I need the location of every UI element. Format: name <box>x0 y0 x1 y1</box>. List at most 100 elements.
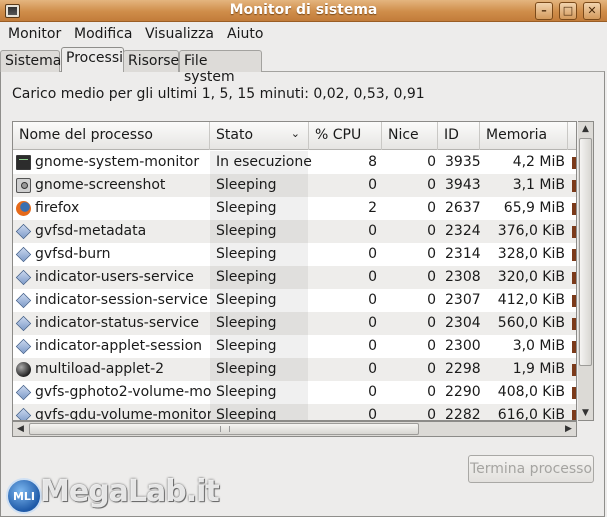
process-stato: In esecuzione <box>216 154 312 170</box>
table-row[interactable]: gnome-screenshot Sleeping 0 0 3943 3,1 MiB <box>13 174 576 197</box>
process-id: 2282 <box>445 407 481 421</box>
process-nice: 0 <box>427 177 436 193</box>
table-row[interactable]: gvfs-gdu-volume-monitor Sleeping 0 0 2282 616… <box>13 404 576 421</box>
process-icon <box>15 269 32 286</box>
process-icon <box>15 407 32 420</box>
tab-file-system[interactable]: File system <box>179 50 262 85</box>
truncated-column-marker <box>572 318 576 330</box>
table-row[interactable]: indicator-applet-session Sleeping 0 0 2300 3,… <box>13 335 576 358</box>
vertical-scrollbar[interactable]: ▲ ▼ <box>578 121 594 421</box>
table-row[interactable]: firefox Sleeping 2 0 2637 65,9 MiB <box>13 197 576 220</box>
minimize-button[interactable]: – <box>535 2 553 20</box>
menu-monitor[interactable]: Monitor <box>8 26 61 42</box>
process-name: indicator-users-service <box>35 269 194 285</box>
process-nice: 0 <box>427 154 436 170</box>
process-name: indicator-session-service <box>35 292 208 308</box>
truncated-column-marker <box>572 249 576 261</box>
process-id: 2290 <box>445 384 481 400</box>
sort-down-icon: ⌄ <box>290 127 300 140</box>
end-process-button[interactable]: Termina processo <box>468 455 594 483</box>
process-memory: 1,9 MiB <box>512 361 565 377</box>
process-nice: 0 <box>427 384 436 400</box>
table-row[interactable]: multiload-applet-2 Sleeping 0 0 2298 1,9 MiB <box>13 358 576 381</box>
table-row[interactable]: indicator-status-service Sleeping 0 0 2304 56… <box>13 312 576 335</box>
process-memory: 616,0 KiB <box>497 407 565 421</box>
column-header-cpu[interactable]: % CPU <box>309 122 382 150</box>
menu-bar: Monitor Modifica Visualizza Aiuto <box>0 22 607 46</box>
column-header-stato-label: Stato <box>216 127 254 143</box>
process-icon <box>15 384 32 401</box>
ball-icon <box>16 362 31 377</box>
process-stato: Sleeping <box>216 292 277 308</box>
process-name: indicator-applet-session <box>35 338 203 354</box>
process-name: firefox <box>35 200 80 216</box>
process-id: 2324 <box>445 223 481 239</box>
process-stato: Sleeping <box>216 384 277 400</box>
process-name: gnome-screenshot <box>35 177 166 193</box>
truncated-column-marker <box>572 364 576 376</box>
process-table[interactable]: Nome del processo Stato ⌄ % CPU Nice ID … <box>12 121 577 421</box>
table-row[interactable]: gvfsd-burn Sleeping 0 0 2314 328,0 KiB <box>13 243 576 266</box>
close-button[interactable]: ✕ <box>583 2 601 20</box>
process-stato: Sleeping <box>216 315 277 331</box>
process-memory: 560,0 KiB <box>497 315 565 331</box>
table-row[interactable]: indicator-session-service Sleeping 0 0 2307 4… <box>13 289 576 312</box>
truncated-column-marker <box>572 272 576 284</box>
process-nice: 0 <box>427 269 436 285</box>
maximize-button[interactable]: □ <box>559 2 577 20</box>
table-row[interactable]: indicator-users-service Sleeping 0 0 2308 320… <box>13 266 576 289</box>
menu-modifica[interactable]: Modifica <box>74 26 133 42</box>
process-stato: Sleeping <box>216 407 277 421</box>
horizontal-scrollbar[interactable]: ◀ ▶ <box>12 421 577 437</box>
tab-processi[interactable]: Processi <box>61 47 124 72</box>
truncated-column-marker <box>572 341 576 353</box>
column-header-nice[interactable]: Nice <box>382 122 438 150</box>
process-nice: 0 <box>427 407 436 421</box>
vertical-scroll-thumb[interactable] <box>579 138 592 366</box>
process-nice: 0 <box>427 223 436 239</box>
menu-aiuto[interactable]: Aiuto <box>227 26 263 42</box>
column-header-stato[interactable]: Stato ⌄ <box>210 122 309 150</box>
process-name: gvfsd-metadata <box>35 223 147 239</box>
truncated-column-marker <box>572 180 576 192</box>
process-cpu: 0 <box>368 246 377 262</box>
process-stato: Sleeping <box>216 269 277 285</box>
table-row[interactable]: gvfsd-metadata Sleeping 0 0 2324 376,0 KiB <box>13 220 576 243</box>
table-row[interactable]: gnome-system-monitor In esecuzione 8 0 3935 4… <box>13 151 576 174</box>
process-stato: Sleeping <box>216 200 277 216</box>
tab-risorse[interactable]: Risorse <box>123 50 179 72</box>
process-cpu: 0 <box>368 361 377 377</box>
scroll-left-icon[interactable]: ◀ <box>13 422 28 436</box>
table-row[interactable]: gvfs-gphoto2-volume-mon Sleeping 0 0 2290 408… <box>13 381 576 404</box>
horizontal-scroll-thumb[interactable] <box>29 423 419 435</box>
column-header-memoria[interactable]: Memoria <box>480 122 568 150</box>
table-header: Nome del processo Stato ⌄ % CPU Nice ID … <box>13 122 576 150</box>
scroll-down-icon[interactable]: ▼ <box>578 406 593 421</box>
process-cpu: 0 <box>368 269 377 285</box>
process-name: indicator-status-service <box>35 315 200 331</box>
scroll-up-icon[interactable]: ▲ <box>578 122 593 137</box>
column-header-id[interactable]: ID <box>438 122 480 150</box>
menu-visualizza[interactable]: Visualizza <box>145 26 214 42</box>
process-stato: Sleeping <box>216 223 277 239</box>
process-id: 3935 <box>445 154 481 170</box>
process-name: gnome-system-monitor <box>35 154 200 170</box>
process-cpu: 0 <box>368 315 377 331</box>
truncated-column-marker <box>572 157 576 169</box>
scroll-right-icon[interactable]: ▶ <box>561 422 576 436</box>
logo-badge: MLI <box>6 478 42 514</box>
process-rows: gnome-system-monitor In esecuzione 8 0 3935 4… <box>13 151 576 421</box>
process-id: 2314 <box>445 246 481 262</box>
process-nice: 0 <box>427 315 436 331</box>
truncated-column-marker <box>572 203 576 215</box>
camera-icon <box>16 178 31 193</box>
process-nice: 0 <box>427 200 436 216</box>
truncated-column-marker <box>572 226 576 238</box>
tab-sistema[interactable]: Sistema <box>0 50 61 72</box>
process-memory: 408,0 KiB <box>497 384 565 400</box>
process-icon <box>15 223 32 240</box>
column-header-name[interactable]: Nome del processo <box>13 122 210 150</box>
process-id: 2308 <box>445 269 481 285</box>
process-memory: 3,1 MiB <box>512 177 565 193</box>
process-name: gvfs-gdu-volume-monitor <box>35 407 211 421</box>
